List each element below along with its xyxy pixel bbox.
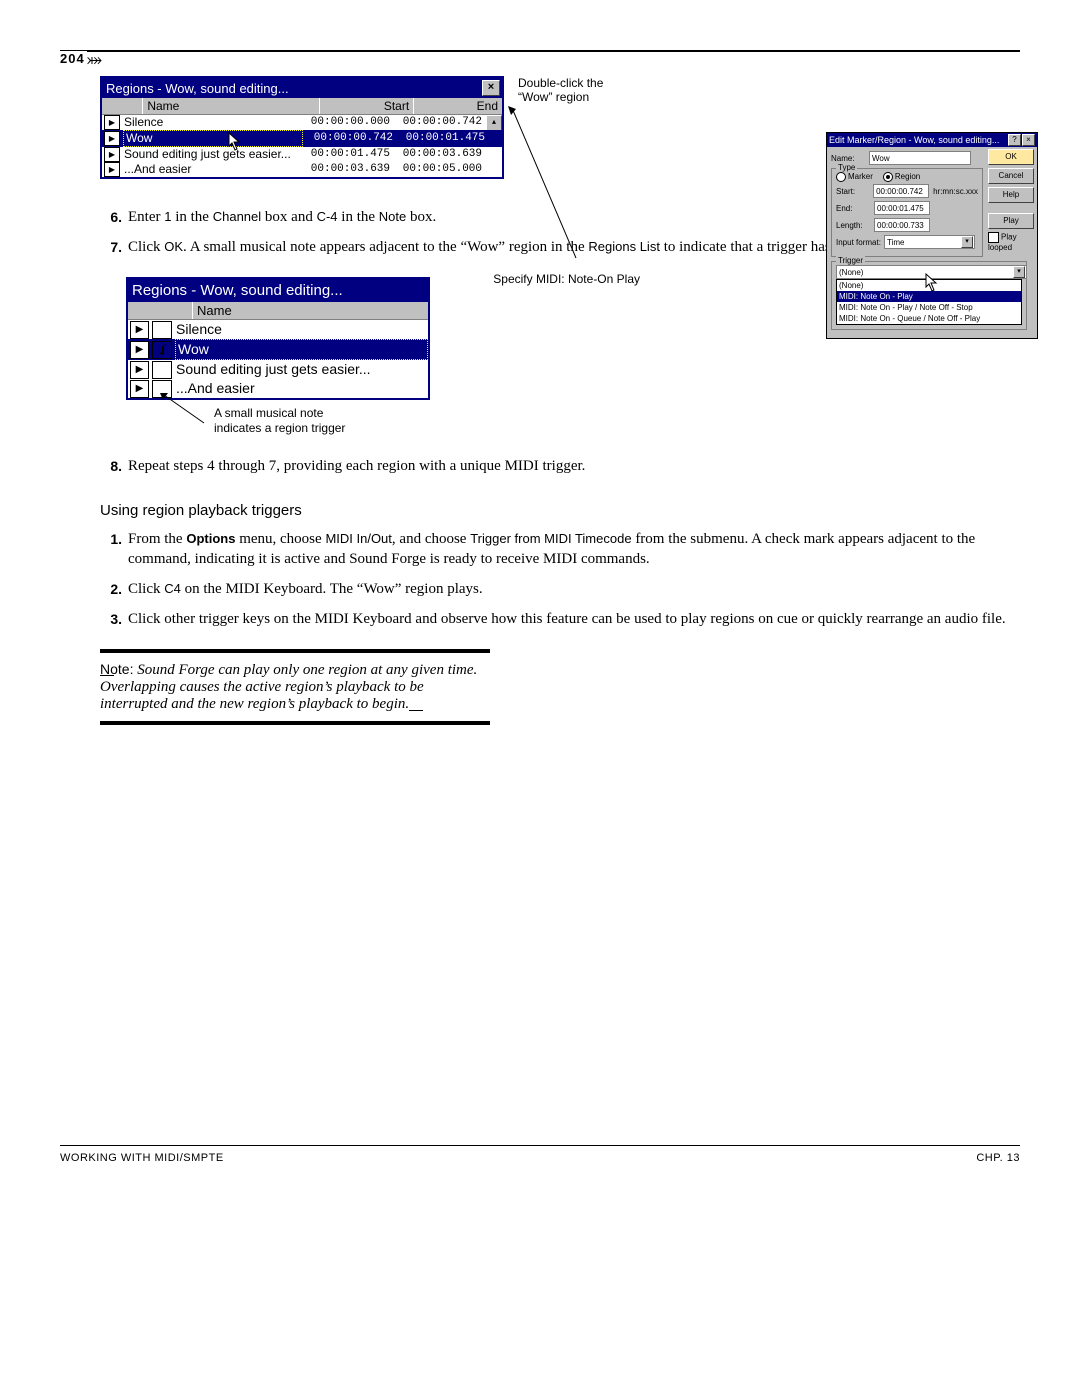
column-name: Name: [193, 302, 428, 319]
ok-button[interactable]: OK: [988, 149, 1034, 165]
dropdown-option[interactable]: MIDI: Note On - Play / Note Off - Stop: [837, 302, 1021, 313]
trigger-label: Trigger: [836, 256, 865, 265]
column-name: Name: [143, 98, 319, 114]
length-label: Length:: [836, 221, 874, 230]
type-label: Type: [836, 163, 857, 172]
region-start: 00:00:01.475: [300, 147, 392, 162]
region-name: Sound editing just gets easier...: [174, 360, 428, 379]
end-label: End:: [836, 204, 874, 213]
figure-1: Regions - Wow, sound editing... × Name S…: [100, 76, 1020, 179]
list-item: 8.Repeat steps 4 through 7, providing ea…: [100, 456, 1020, 476]
start-input[interactable]: [873, 184, 929, 198]
table-row[interactable]: Sound editing just gets easier...: [128, 360, 428, 379]
region-end: 00:00:05.000: [392, 162, 484, 177]
play-icon[interactable]: [104, 115, 120, 130]
region-name: Sound editing just gets easier...: [122, 147, 300, 162]
region-start: 00:00:00.742: [303, 131, 395, 146]
play-icon[interactable]: [104, 147, 120, 162]
chevron-down-icon: ▾: [1013, 266, 1025, 278]
name-input[interactable]: [869, 151, 971, 165]
play-icon[interactable]: [130, 321, 149, 339]
play-looped-checkbox[interactable]: [988, 232, 999, 243]
dialog-title: Edit Marker/Region - Wow, sound editing.…: [829, 135, 999, 145]
region-start: 00:00:00.000: [300, 115, 392, 130]
region-name: Wow: [175, 339, 428, 360]
chevron-down-icon: ▾: [961, 236, 973, 248]
table-row[interactable]: Sound editing just gets easier... 00:00:…: [102, 147, 502, 162]
play-icon[interactable]: [130, 361, 149, 379]
window-title: Regions - Wow, sound editing...: [132, 282, 343, 299]
page-footer: WORKING WITH MIDI/SMPTE CHP. 13: [60, 1145, 1020, 1164]
region-end: 00:00:03.639: [392, 147, 484, 162]
column-end: End: [414, 98, 502, 114]
steps-using-triggers: 1.From the Options menu, choose MIDI In/…: [100, 529, 1020, 629]
region-end: 00:00:01.475: [395, 131, 487, 146]
region-name: Silence: [122, 115, 300, 130]
play-button[interactable]: Play: [988, 213, 1034, 229]
step-repeat: 8.Repeat steps 4 through 7, providing ea…: [100, 456, 1020, 476]
note-body: Sound Forge can play only one region at …: [100, 662, 477, 712]
input-format-select[interactable]: Time▾: [884, 235, 975, 249]
footer-left: WORKING WITH MIDI/SMPTE: [60, 1152, 224, 1164]
table-row[interactable]: Silence 00:00:00.000 00:00:00.742: [102, 115, 502, 130]
marker-radio[interactable]: [836, 172, 846, 182]
callout-specify-midi: Specify MIDI: Note-On Play: [460, 272, 640, 286]
play-icon[interactable]: [130, 380, 149, 398]
cancel-button[interactable]: Cancel: [988, 168, 1034, 184]
callout-line-icon: [158, 393, 218, 427]
table-row[interactable]: ...And easier 00:00:03.639 00:00:05.000: [102, 162, 502, 177]
callout-line-icon: [506, 106, 606, 286]
region-radio[interactable]: [883, 172, 893, 182]
region-name: Wow: [123, 130, 303, 147]
window-title: Regions - Wow, sound editing...: [106, 81, 289, 96]
list-item: 1.From the Options menu, choose MIDI In/…: [100, 529, 1020, 569]
callout-double-click: Double-click the “Wow” region: [518, 76, 1020, 104]
figure-2: Regions - Wow, sound editing... Name Sil…: [126, 277, 430, 436]
note-label: Note:: [100, 661, 133, 677]
page-number: 204⤗: [60, 51, 102, 66]
edit-marker-dialog: Edit Marker/Region - Wow, sound editing.…: [826, 132, 1038, 339]
note-box: Note: Sound Forge can play only one regi…: [100, 649, 490, 725]
cursor-icon: [925, 273, 941, 293]
play-icon[interactable]: [104, 162, 120, 177]
heading-using-triggers: Using region playback triggers: [100, 502, 1020, 519]
start-label: Start:: [836, 187, 873, 196]
regions-list-window-with-note: Regions - Wow, sound editing... Name Sil…: [126, 277, 430, 400]
name-label: Name:: [831, 154, 869, 163]
close-icon[interactable]: ×: [482, 80, 500, 96]
end-input[interactable]: [874, 201, 930, 215]
help-icon[interactable]: ?: [1008, 134, 1021, 146]
column-start: Start: [320, 98, 415, 114]
table-row[interactable]: Silence: [128, 320, 428, 339]
music-note-icon: [152, 341, 172, 359]
region-name: Silence: [174, 320, 428, 339]
play-icon[interactable]: [104, 131, 120, 146]
region-start: 00:00:03.639: [300, 162, 392, 177]
region-name: ...And easier: [122, 162, 300, 177]
list-item: 3.Click other trigger keys on the MIDI K…: [100, 609, 1020, 629]
column-headers: Name Start End: [102, 98, 502, 115]
figure-2-caption: A small musical note indicates a region …: [214, 406, 430, 436]
help-button[interactable]: Help: [988, 187, 1034, 203]
table-row[interactable]: Wow: [128, 339, 428, 360]
dropdown-option[interactable]: MIDI: Note On - Queue / Note Off - Play: [837, 313, 1021, 324]
input-format-label: Input format:: [836, 238, 884, 247]
footer-right: CHP. 13: [976, 1152, 1020, 1164]
regions-list-window: Regions - Wow, sound editing... × Name S…: [100, 76, 504, 179]
play-icon[interactable]: [130, 341, 149, 359]
close-icon[interactable]: ×: [1022, 134, 1035, 146]
table-row[interactable]: Wow 00:00:00.742 00:00:01.475: [102, 130, 502, 147]
list-item: 2.Click C4 on the MIDI Keyboard. The “Wo…: [100, 579, 1020, 599]
region-end: 00:00:00.742: [392, 115, 484, 130]
length-input[interactable]: [874, 218, 930, 232]
